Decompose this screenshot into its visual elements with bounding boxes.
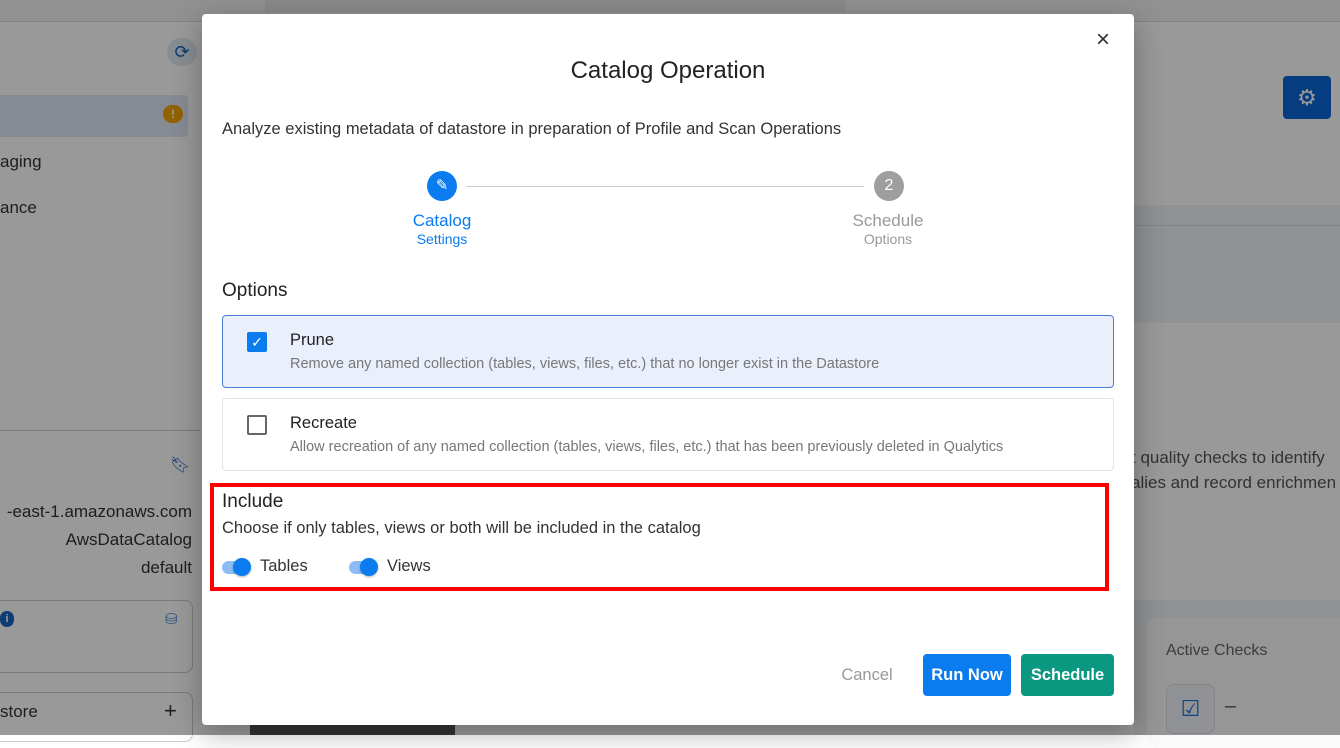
step-2-indicator[interactable]: 2 [874,171,904,201]
step-label: Catalog [412,211,472,230]
tables-toggle[interactable] [222,558,252,576]
close-icon[interactable]: × [1096,28,1110,52]
stepper-connector [466,186,864,187]
cancel-button[interactable]: Cancel [822,654,912,696]
option-recreate[interactable]: Recreate Allow recreation of any named c… [222,398,1114,471]
run-now-button[interactable]: Run Now [923,654,1011,696]
option-title: Recreate [290,414,357,432]
step-label: Schedule [852,211,924,230]
options-heading: Options [222,280,288,301]
step-sublabel: Settings [416,231,468,247]
step-1-label[interactable]: Catalog Settings [372,211,512,247]
option-description: Remove any named collection (tables, vie… [290,356,880,372]
dialog-subtitle: Analyze existing metadata of datastore i… [222,120,842,138]
schedule-button[interactable]: Schedule [1021,654,1114,696]
option-description: Allow recreation of any named collection… [290,439,1004,455]
views-toggle[interactable] [349,558,379,576]
step-2-label[interactable]: Schedule Options [818,211,958,247]
tables-toggle-label[interactable]: Tables [260,557,308,576]
option-title: Prune [290,331,335,349]
recreate-checkbox[interactable] [247,415,267,435]
step-sublabel: Options [863,231,913,247]
option-prune[interactable]: ✓ Prune Remove any named collection (tab… [222,315,1114,388]
dialog-title: Catalog Operation [570,57,766,84]
include-heading: Include [222,491,284,512]
step-1-pencil-icon[interactable]: ✎ [427,171,457,201]
include-description: Choose if only tables, views or both wil… [222,519,701,537]
prune-checkbox[interactable]: ✓ [247,332,267,352]
catalog-operation-dialog: × Catalog Operation Analyze existing met… [202,14,1134,725]
views-toggle-label[interactable]: Views [387,557,431,576]
